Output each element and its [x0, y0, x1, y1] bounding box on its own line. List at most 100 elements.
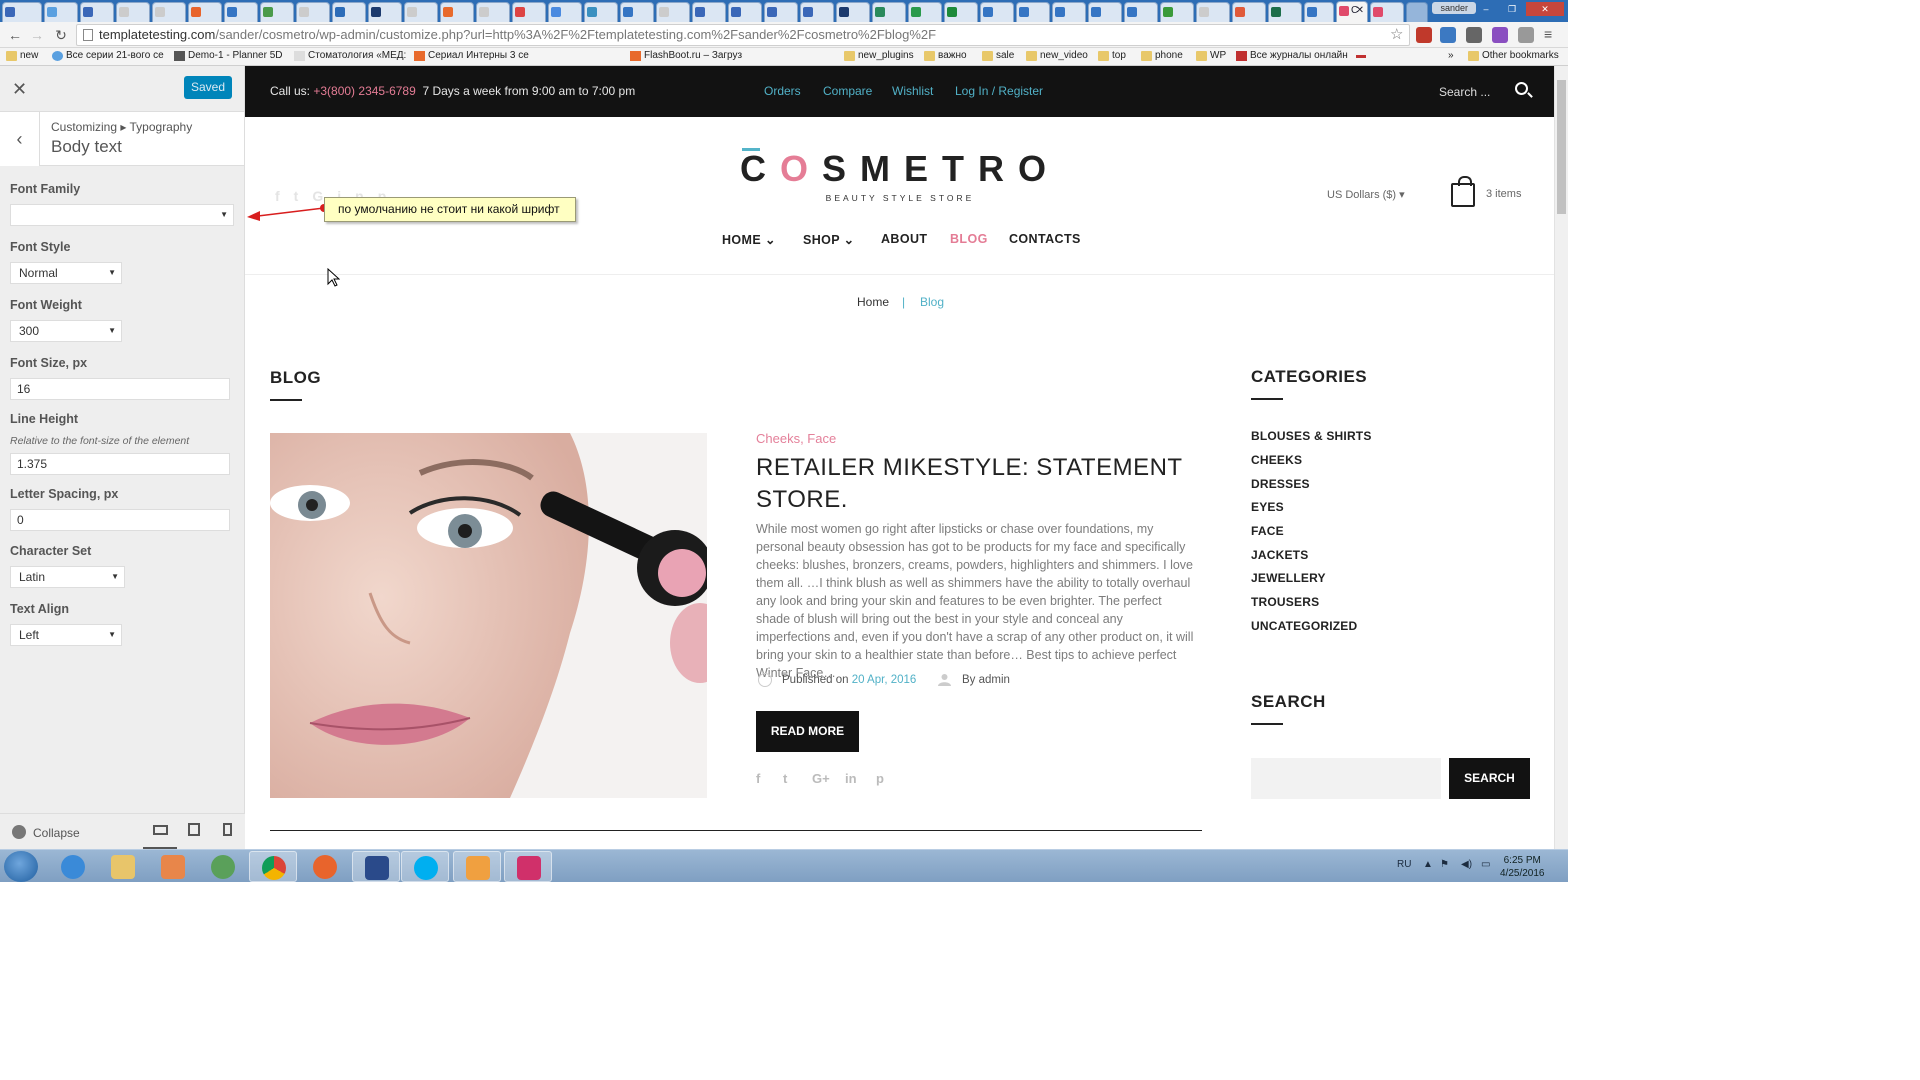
- post-date-link[interactable]: 20 Apr, 2016: [852, 674, 917, 686]
- browser-tab[interactable]: [224, 2, 258, 22]
- browser-tab[interactable]: [440, 2, 474, 22]
- browser-tab[interactable]: [260, 2, 294, 22]
- profile-username[interactable]: sander: [1432, 2, 1476, 14]
- browser-tab[interactable]: [1304, 2, 1334, 22]
- bookmark-item[interactable]: FlashBoot.ru – Загруз: [630, 50, 742, 61]
- cart-bag-icon[interactable]: [1451, 176, 1475, 207]
- twitter-share-icon[interactable]: t: [783, 771, 787, 786]
- other-bookmarks[interactable]: Other bookmarks: [1468, 50, 1559, 61]
- bookmark-item[interactable]: new: [6, 50, 38, 61]
- network-icon[interactable]: ▭: [1481, 859, 1490, 870]
- taskbar-explorer[interactable]: [99, 851, 147, 882]
- browser-tab[interactable]: [584, 2, 618, 22]
- browser-tab[interactable]: [656, 2, 690, 22]
- taskbar-clock[interactable]: 6:25 PM 4/25/2016: [1500, 854, 1545, 880]
- saved-button[interactable]: Saved: [184, 76, 232, 99]
- category-link[interactable]: UNCATEGORIZED: [1251, 619, 1357, 633]
- browser-tab[interactable]: [1370, 2, 1404, 22]
- category-link[interactable]: CHEEKS: [1251, 453, 1302, 467]
- category-link[interactable]: JEWELLERY: [1251, 571, 1326, 585]
- phone-link[interactable]: +3(800) 2345-6789: [313, 84, 415, 98]
- close-tab-icon[interactable]: ✕: [1356, 5, 1364, 16]
- bookmark-folder[interactable]: sale: [982, 50, 1014, 61]
- browser-tab[interactable]: [1160, 2, 1194, 22]
- taskbar-app[interactable]: [453, 851, 501, 882]
- extension-icon[interactable]: [1518, 27, 1534, 43]
- post-image[interactable]: [270, 433, 707, 798]
- forward-icon[interactable]: →: [28, 26, 46, 44]
- bookmark-folder[interactable]: new_plugins: [844, 50, 914, 61]
- login-register-link[interactable]: Log In / Register: [955, 84, 1043, 98]
- letter-spacing-input[interactable]: 0: [10, 509, 230, 531]
- browser-tab[interactable]: [800, 2, 834, 22]
- post-title[interactable]: RETAILER MIKESTYLE: STATEMENT STORE.: [756, 452, 1196, 516]
- menu-item-about[interactable]: ABOUT: [881, 232, 927, 246]
- tablet-preview-icon[interactable]: [188, 823, 200, 836]
- extension-icon[interactable]: [1440, 27, 1456, 43]
- category-link[interactable]: TROUSERS: [1251, 595, 1319, 609]
- browser-tab[interactable]: [764, 2, 798, 22]
- menu-item-blog[interactable]: BLOG: [950, 232, 988, 246]
- browser-tab[interactable]: [2, 2, 42, 22]
- bookmark-item[interactable]: Demo-1 - Planner 5D: [174, 50, 282, 61]
- browser-tab[interactable]: [404, 2, 438, 22]
- google-plus-share-icon[interactable]: G+: [812, 771, 830, 786]
- breadcrumb-home[interactable]: Home: [857, 295, 889, 309]
- preview-scrollbar[interactable]: [1554, 66, 1568, 849]
- minimize-icon[interactable]: –: [1474, 2, 1498, 16]
- category-link[interactable]: EYES: [1251, 500, 1284, 514]
- bookmark-item[interactable]: Сериал Интерны 3 се: [414, 50, 529, 61]
- browser-tab[interactable]: [1124, 2, 1158, 22]
- browser-tab[interactable]: [1052, 2, 1086, 22]
- back-arrow-icon[interactable]: ‹: [0, 112, 40, 166]
- taskbar-media[interactable]: [149, 851, 197, 882]
- font-weight-select[interactable]: 300 ▼: [10, 320, 122, 342]
- bookmark-item[interactable]: Стоматология «МЕД:: [294, 50, 406, 61]
- browser-tab-active[interactable]: C ✕: [1336, 1, 1368, 22]
- taskbar-app[interactable]: [199, 851, 247, 882]
- browser-tab[interactable]: [908, 2, 942, 22]
- browser-tab[interactable]: [1232, 2, 1266, 22]
- browser-tab[interactable]: [152, 2, 186, 22]
- taskbar-save[interactable]: [352, 851, 400, 882]
- menu-item-shop[interactable]: SHOP ⌄: [803, 232, 855, 247]
- bookmark-item[interactable]: Все журналы онлайн: [1236, 50, 1348, 61]
- pen-extension-icon[interactable]: [1492, 27, 1508, 43]
- browser-tab[interactable]: [872, 2, 906, 22]
- browser-tab[interactable]: [548, 2, 582, 22]
- browser-tab[interactable]: [692, 2, 726, 22]
- category-link[interactable]: DRESSES: [1251, 477, 1310, 491]
- line-height-input[interactable]: 1.375: [10, 453, 230, 475]
- read-more-button[interactable]: READ MORE: [756, 711, 859, 752]
- bookmark-folder[interactable]: phone: [1141, 50, 1183, 61]
- currency-select[interactable]: US Dollars ($) ▾: [1327, 188, 1405, 201]
- cart-count[interactable]: 3 items: [1486, 188, 1521, 200]
- browser-tab[interactable]: [620, 2, 654, 22]
- charset-select[interactable]: Latin ▼: [10, 566, 125, 588]
- volume-icon[interactable]: ◀): [1461, 859, 1472, 870]
- collapse-button[interactable]: Collapse: [12, 825, 80, 840]
- font-style-select[interactable]: Normal ▼: [10, 262, 122, 284]
- search-icon[interactable]: [1515, 82, 1528, 95]
- facebook-share-icon[interactable]: f: [756, 771, 760, 786]
- browser-tab[interactable]: [80, 2, 114, 22]
- tray-arrow-icon[interactable]: ▲: [1423, 859, 1433, 870]
- bookmarks-overflow-icon[interactable]: »: [1448, 50, 1454, 61]
- restore-icon[interactable]: ❐: [1500, 2, 1524, 16]
- category-link[interactable]: BLOUSES & SHIRTS: [1251, 429, 1372, 443]
- adblock-extension-icon[interactable]: [1416, 27, 1432, 43]
- browser-tab[interactable]: [44, 2, 78, 22]
- browser-tab[interactable]: [1268, 2, 1302, 22]
- bookmark-folder[interactable]: WP: [1196, 50, 1226, 61]
- site-logo[interactable]: COSMETRO: [740, 148, 1060, 190]
- font-family-select[interactable]: ▼: [10, 204, 234, 226]
- taskbar-app[interactable]: [504, 851, 552, 882]
- bookmark-folder[interactable]: new_video: [1026, 50, 1088, 61]
- browser-tab[interactable]: [728, 2, 762, 22]
- scrollbar-thumb[interactable]: [1557, 80, 1566, 214]
- taskbar-ie[interactable]: [49, 851, 97, 882]
- sidebar-search-button[interactable]: SEARCH: [1449, 758, 1530, 799]
- mobile-preview-icon[interactable]: [223, 823, 232, 836]
- post-tags[interactable]: Cheeks, Face: [756, 431, 836, 446]
- mail-extension-icon[interactable]: [1466, 27, 1482, 43]
